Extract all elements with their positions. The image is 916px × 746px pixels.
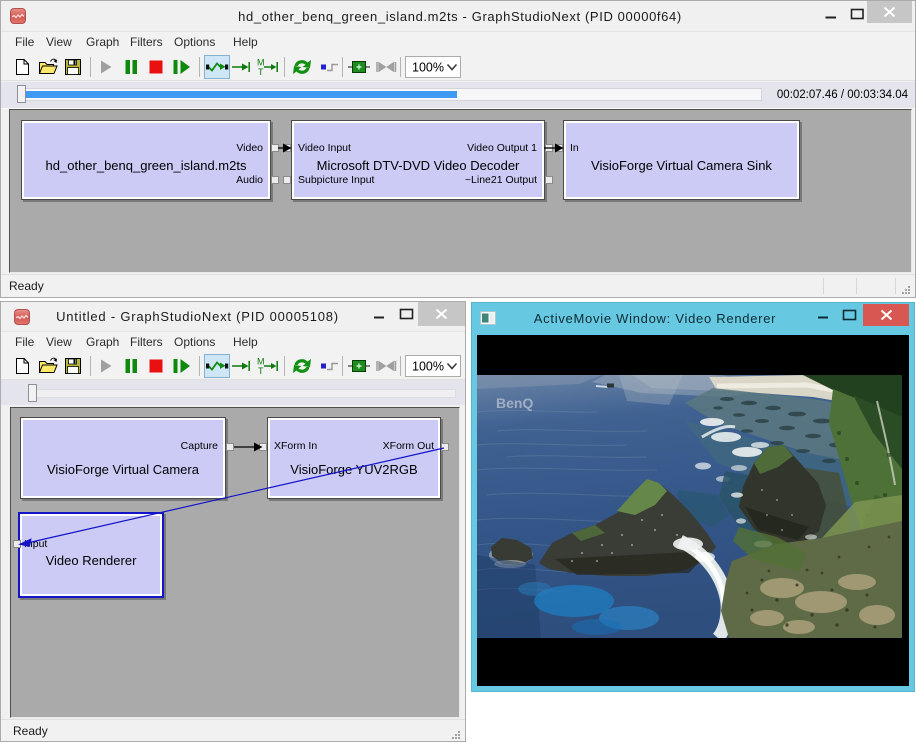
- svg-text:100%: 100%: [412, 360, 444, 374]
- svg-text:M: M: [257, 58, 265, 68]
- svg-text:100%: 100%: [412, 61, 444, 75]
- svg-text:BenQ: BenQ: [496, 395, 533, 411]
- svg-text:M: M: [257, 357, 265, 367]
- svg-text:T: T: [258, 366, 264, 376]
- svg-text:T: T: [258, 67, 264, 77]
